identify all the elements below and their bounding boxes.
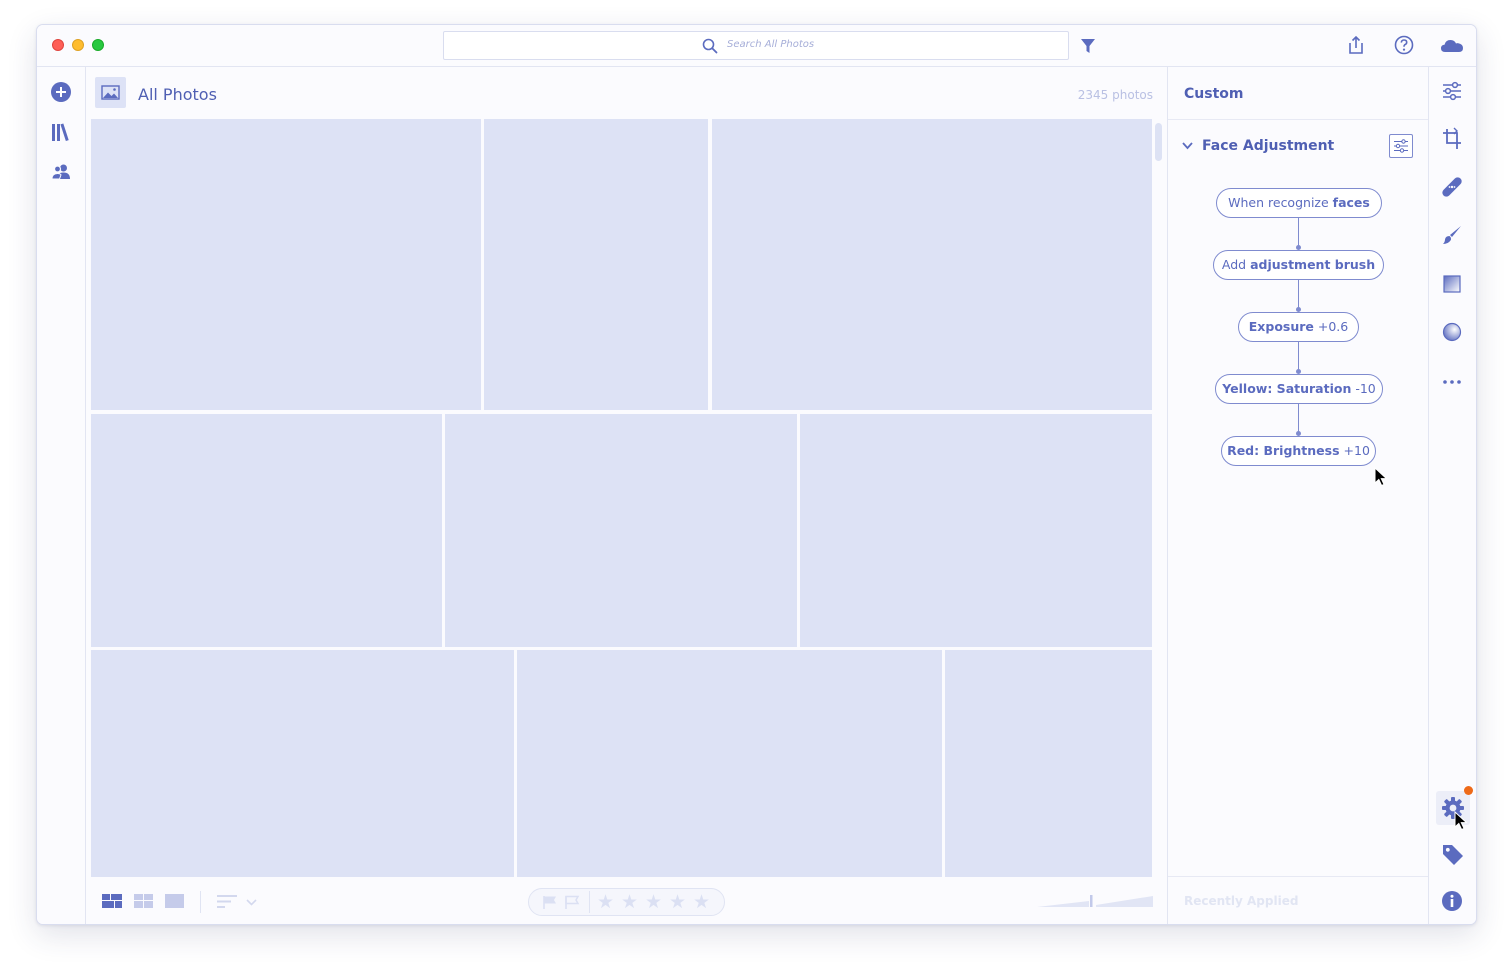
panel-footer: Recently Applied xyxy=(1168,876,1428,924)
tag-icon[interactable] xyxy=(1441,843,1465,867)
star-rating-3-icon[interactable]: ★ xyxy=(645,892,662,912)
step-text-bold: Exposure xyxy=(1248,319,1314,334)
flow-step-red-brightness[interactable]: Red: Brightness +10 xyxy=(1221,436,1376,466)
title-bar: Search All Photos xyxy=(37,25,1476,67)
photo-thumbnail[interactable] xyxy=(945,650,1152,877)
step-text-bold: adjustment brush xyxy=(1250,257,1376,272)
sort-icon[interactable] xyxy=(217,895,237,908)
step-text: When recognize xyxy=(1228,195,1333,210)
left-navigation-rail xyxy=(37,67,86,924)
photo-thumbnail[interactable] xyxy=(91,414,442,647)
section-settings-button[interactable] xyxy=(1389,134,1413,158)
mouse-cursor xyxy=(1454,811,1468,831)
panel-title: Custom xyxy=(1184,86,1244,102)
close-window-button[interactable] xyxy=(52,39,64,51)
step-text: -10 xyxy=(1351,381,1376,396)
photo-thumbnail[interactable] xyxy=(800,414,1152,647)
flow-step-exposure[interactable]: Exposure +0.6 xyxy=(1238,312,1359,342)
search-input[interactable]: Search All Photos xyxy=(443,31,1069,60)
step-text: Add xyxy=(1221,257,1251,272)
linear-gradient-icon[interactable] xyxy=(1441,273,1463,295)
photo-grid-view-icon[interactable] xyxy=(102,894,122,908)
edit-sliders-icon[interactable] xyxy=(1441,80,1463,102)
maximize-window-button[interactable] xyxy=(92,39,104,51)
photo-thumbnail[interactable] xyxy=(484,119,708,410)
pick-flag-icon[interactable] xyxy=(542,895,558,910)
star-rating-1-icon[interactable]: ★ xyxy=(597,892,614,912)
star-rating-2-icon[interactable]: ★ xyxy=(621,892,638,912)
page-title: All Photos xyxy=(138,85,217,104)
recently-applied-label[interactable]: Recently Applied xyxy=(1184,894,1298,908)
pill-divider xyxy=(589,891,590,913)
star-rating-5-icon[interactable]: ★ xyxy=(693,892,710,912)
brush-icon[interactable] xyxy=(1441,224,1463,246)
panel-header: Custom xyxy=(1168,67,1428,120)
all-photos-thumbnail xyxy=(95,77,126,108)
photo-thumbnail[interactable] xyxy=(91,119,481,410)
chevron-down-icon[interactable] xyxy=(1182,142,1193,150)
help-icon[interactable] xyxy=(1394,35,1414,55)
photo-grid xyxy=(91,119,1152,877)
cloud-icon[interactable] xyxy=(1440,37,1464,53)
step-text: +10 xyxy=(1339,443,1370,458)
people-icon[interactable] xyxy=(51,163,71,181)
photo-thumbnail[interactable] xyxy=(91,650,514,877)
step-text-bold: Red: Brightness xyxy=(1227,443,1340,458)
search-icon xyxy=(702,38,718,54)
notification-badge xyxy=(1464,786,1473,795)
more-icon[interactable] xyxy=(1441,371,1463,393)
crop-icon[interactable] xyxy=(1441,127,1463,151)
share-icon[interactable] xyxy=(1347,35,1365,55)
square-grid-view-icon[interactable] xyxy=(134,894,153,908)
image-icon xyxy=(101,85,120,100)
grid-scrollbar[interactable] xyxy=(1155,123,1162,161)
photo-thumbnail[interactable] xyxy=(517,650,942,877)
star-rating-4-icon[interactable]: ★ xyxy=(669,892,686,912)
search-placeholder: Search All Photos xyxy=(727,39,815,50)
photo-thumbnail[interactable] xyxy=(445,414,797,647)
toolbar-divider xyxy=(200,891,201,913)
custom-edit-panel: Custom Face Adjustment When recognize fa… xyxy=(1167,67,1428,924)
photo-browser-header: All Photos 2345 photos xyxy=(86,67,1166,119)
edit-tools-rail xyxy=(1428,67,1476,924)
healing-icon[interactable] xyxy=(1441,176,1463,198)
add-icon[interactable] xyxy=(50,81,72,103)
section-title[interactable]: Face Adjustment xyxy=(1202,138,1334,154)
sort-chevron-down-icon[interactable] xyxy=(246,899,257,906)
library-icon[interactable] xyxy=(51,121,71,143)
mouse-cursor xyxy=(1374,467,1388,487)
step-text-bold: faces xyxy=(1332,195,1370,210)
app-window: Search All Photos All Photos 2345 photos… xyxy=(36,24,1477,925)
flow-step-adjustment-brush[interactable]: Add adjustment brush xyxy=(1213,250,1384,280)
photo-browser: All Photos 2345 photos ★ ★ ★ ★ ★ xyxy=(86,67,1166,924)
browser-toolbar: ★ ★ ★ ★ ★ xyxy=(86,878,1166,924)
flow-step-recognize-faces[interactable]: When recognize faces xyxy=(1216,188,1382,218)
detail-view-icon[interactable] xyxy=(165,894,184,908)
reject-flag-icon[interactable] xyxy=(564,895,580,910)
photo-count: 2345 photos xyxy=(1077,88,1153,102)
radial-gradient-icon[interactable] xyxy=(1441,321,1463,343)
flag-rating-filter: ★ ★ ★ ★ ★ xyxy=(528,888,725,916)
filter-icon[interactable] xyxy=(1080,37,1096,55)
sliders-icon xyxy=(1394,139,1408,153)
photo-thumbnail[interactable] xyxy=(712,119,1152,410)
minimize-window-button[interactable] xyxy=(72,39,84,51)
info-icon[interactable] xyxy=(1441,890,1463,912)
thumbnail-size-slider[interactable] xyxy=(1037,895,1155,907)
flow-step-yellow-saturation[interactable]: Yellow: Saturation -10 xyxy=(1215,374,1383,404)
step-text-bold: Yellow: Saturation xyxy=(1222,381,1352,396)
step-text: +0.6 xyxy=(1313,319,1349,334)
